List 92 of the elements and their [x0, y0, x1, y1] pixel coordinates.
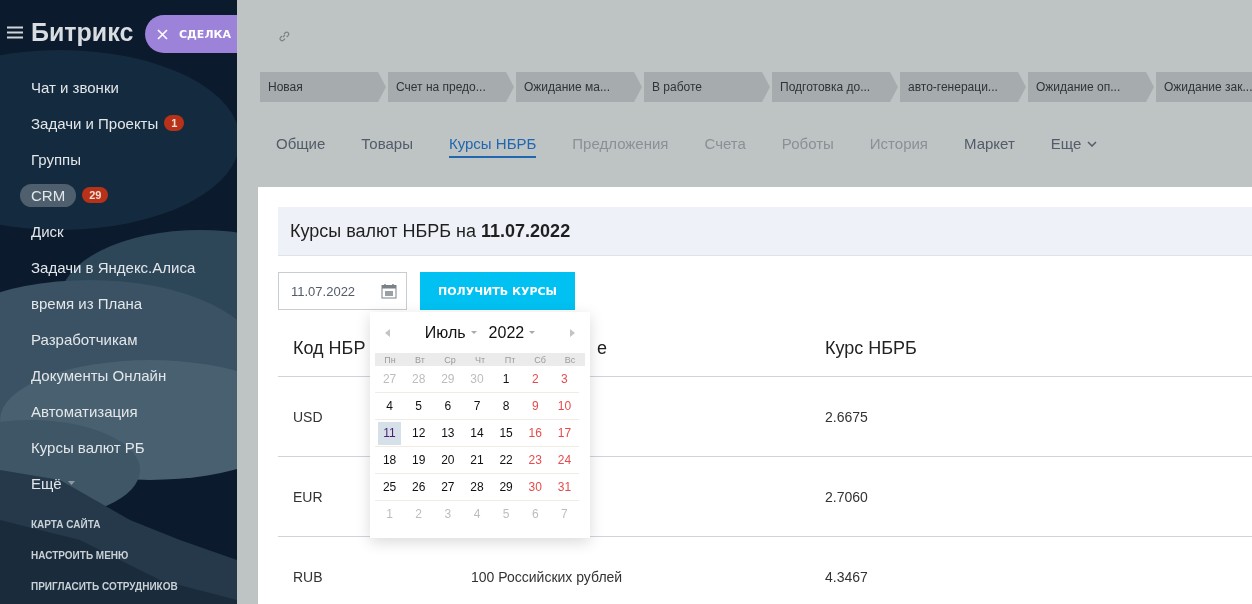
sidebar-item[interactable]: Группы [31, 147, 81, 171]
table-cell: 100 Российских рублей [471, 568, 623, 585]
sidebar-item[interactable]: CRM [20, 183, 77, 207]
footer-link[interactable]: НАСТРОИТЬ МЕНЮ [31, 550, 237, 561]
weekday-label: Чт [473, 354, 487, 365]
column-header: Код НБР [293, 338, 366, 358]
sidebar-item[interactable]: время из Плана [31, 291, 143, 315]
sidebar-item[interactable]: Автоматизация [31, 399, 138, 423]
calendar-day[interactable]: 19 [407, 448, 431, 472]
month-select[interactable]: Июль [424, 323, 477, 342]
calendar-day[interactable]: 2 [523, 367, 547, 391]
tab[interactable]: Еще [1050, 131, 1098, 158]
weekday-label: Сб [533, 354, 547, 365]
sidebar-item[interactable]: Чат и звонки [31, 75, 119, 99]
calendar-day[interactable]: 15 [494, 421, 518, 445]
weekday-label: Пт [503, 354, 517, 365]
calendar-day[interactable]: 20 [436, 448, 460, 472]
calendar-day[interactable]: 30 [523, 475, 547, 499]
stage-step[interactable]: Ожидание ма... [516, 72, 642, 102]
tab[interactable]: Маркет [964, 131, 1015, 158]
logo: Битрикс [31, 17, 134, 47]
sidebar-item[interactable]: Документы Онлайн [31, 363, 167, 387]
weekday-label: Пн [383, 354, 397, 365]
close-deal-button[interactable]: СДЕЛКА [145, 15, 237, 53]
calendar-day[interactable]: 12 [407, 421, 431, 445]
calendar-day[interactable]: 9 [523, 394, 547, 418]
close-icon [157, 28, 168, 40]
calendar-day[interactable]: 3 [552, 367, 576, 391]
table-cell: 4.3467 [825, 568, 868, 585]
calendar-day[interactable]: 31 [552, 475, 576, 499]
stage-step[interactable]: В работе [644, 72, 770, 102]
sidebar-item[interactable]: Задачи и Проекты [31, 111, 159, 135]
tab[interactable]: Товары [361, 131, 413, 158]
stage-step[interactable]: Ожидание зак... [1156, 72, 1252, 102]
column-header: е [597, 338, 607, 358]
calendar-day[interactable]: 7 [465, 394, 489, 418]
sidebar-item[interactable]: Разработчикам [31, 327, 138, 351]
table-cell: RUB [293, 568, 323, 585]
sidebar-item[interactable]: Задачи в Яндекс.Алиса [31, 255, 196, 279]
calendar-day[interactable]: 23 [523, 448, 547, 472]
menu-icon[interactable] [7, 25, 23, 39]
stage-step[interactable]: авто-генераци... [900, 72, 1026, 102]
stage-step[interactable]: Ожидание оп... [1028, 72, 1154, 102]
weekday-label: Вс [563, 354, 577, 365]
previous-month-icon[interactable] [385, 328, 390, 337]
table-cell: 2.7060 [825, 488, 868, 505]
calendar-day[interactable]: 16 [523, 421, 547, 445]
calendar-day[interactable]: 4 [378, 394, 402, 418]
stage-step[interactable]: Счет на предо... [388, 72, 514, 102]
calendar-day[interactable]: 14 [465, 421, 489, 445]
tab[interactable]: Курсы НБРБ [448, 131, 537, 158]
footer-link[interactable]: ПРИГЛАСИТЬ СОТРУДНИКОВ [31, 581, 237, 592]
calendar-day[interactable]: 17 [552, 421, 576, 445]
calendar-day[interactable]: 28 [465, 475, 489, 499]
next-month-icon[interactable] [570, 328, 575, 337]
link-icon[interactable] [278, 30, 290, 42]
table-cell: 2.6675 [825, 408, 868, 425]
calendar-day[interactable]: 6 [436, 394, 460, 418]
calendar-day[interactable]: 11 [378, 421, 402, 445]
stage-step[interactable]: Подготовка до... [772, 72, 898, 102]
calendar-day[interactable]: 18 [378, 448, 402, 472]
column-header: Курс НБРБ [825, 338, 917, 358]
calendar-icon[interactable] [381, 283, 397, 299]
calendar-day[interactable]: 25 [378, 475, 402, 499]
sidebar-item[interactable]: Диск [31, 219, 64, 243]
more-menu[interactable]: Ещё [31, 471, 62, 495]
caret-icon [529, 331, 536, 334]
calendar-day[interactable]: 29 [494, 475, 518, 499]
calendar-day[interactable]: 24 [552, 448, 576, 472]
weekday-label: Вт [414, 354, 426, 365]
calendar-day[interactable]: 22 [494, 448, 518, 472]
calendar-day[interactable]: 5 [407, 394, 431, 418]
date-field[interactable]: 11.07.2022 [278, 272, 407, 310]
footer-link[interactable]: КАРТА САЙТА [31, 519, 237, 530]
year-select[interactable]: 2022 [488, 323, 536, 342]
counter-badge: 29 [82, 187, 109, 203]
calendar-day[interactable]: 1 [494, 367, 518, 391]
calendar-day[interactable]: 27 [436, 475, 460, 499]
panel-title: Курсы валют НБРБ на 11.07.2022 [290, 220, 571, 242]
counter-badge: 1 [164, 115, 185, 131]
stage-step[interactable]: Новая [260, 72, 386, 102]
table-cell: EUR [293, 488, 323, 505]
table-cell: USD [293, 408, 323, 425]
calendar-day[interactable]: 13 [436, 421, 460, 445]
sidebar-item[interactable]: Курсы валют РБ [31, 435, 145, 459]
calendar-day[interactable]: 10 [552, 394, 576, 418]
calendar-day[interactable]: 21 [465, 448, 489, 472]
weekday-label: Ср [443, 354, 457, 365]
calendar-day[interactable]: 8 [494, 394, 518, 418]
tab[interactable]: Общие [276, 131, 326, 158]
calendar-day[interactable]: 26 [407, 475, 431, 499]
caret-icon [470, 331, 477, 334]
